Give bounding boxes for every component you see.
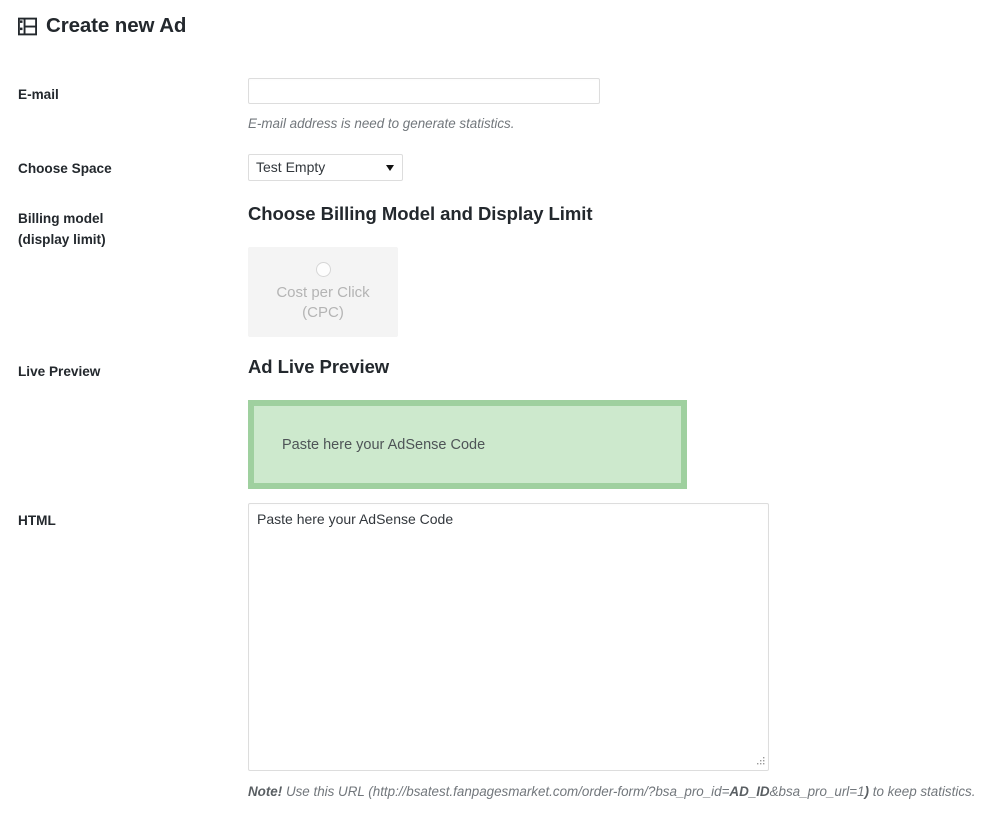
space-select-wrap: Test Empty — [248, 154, 403, 181]
page-title-text: Create new Ad — [46, 14, 187, 37]
footer-note-mid: &bsa_pro_url=1 — [769, 784, 865, 799]
email-field[interactable] — [248, 78, 600, 104]
footer-note-before: Use this URL (http://bsatest.fanpagesmar… — [282, 784, 730, 799]
preview-control: Ad Live Preview Paste here your AdSense … — [248, 356, 687, 489]
preview-heading: Ad Live Preview — [248, 356, 390, 377]
billing-option-cpc-line1: Cost per Click — [276, 283, 370, 301]
email-help-text: E-mail address is need to generate stati… — [248, 116, 515, 131]
footer-note-label: Note! — [248, 784, 283, 799]
ad-live-preview-box: Paste here your AdSense Code — [248, 400, 687, 489]
footer-note: Note! Use this URL (http://bsatest.fanpa… — [248, 783, 975, 801]
email-label: E-mail — [18, 87, 59, 102]
billing-label-line1: Billing model — [18, 211, 104, 226]
footer-note-after: to keep statistics. — [869, 784, 976, 799]
html-textarea[interactable] — [248, 503, 769, 771]
space-select[interactable]: Test Empty — [248, 154, 403, 181]
ad-live-preview-text: Paste here your AdSense Code — [282, 436, 486, 453]
html-textarea-wrap — [248, 503, 769, 771]
footer-note-ad-id: AD_ID — [729, 784, 770, 799]
page-title: Create new Ad — [18, 14, 187, 37]
space-control: Test Empty — [248, 154, 403, 181]
email-control: E-mail address is need to generate stati… — [248, 78, 600, 133]
billing-option-cpc[interactable]: Cost per Click (CPC) — [248, 247, 398, 337]
billing-label-line2: (display limit) — [18, 232, 106, 247]
billing-heading: Choose Billing Model and Display Limit — [248, 203, 593, 224]
preview-label: Live Preview — [18, 364, 101, 379]
billing-option-cpc-line2: (CPC) — [302, 303, 344, 321]
html-label: HTML — [18, 513, 56, 528]
billing-option-cpc-label: Cost per Click (CPC) — [276, 283, 369, 323]
billing-control: Choose Billing Model and Display Limit C… — [248, 203, 593, 337]
layout-table-icon — [18, 17, 37, 36]
html-control — [248, 503, 769, 771]
billing-label: Billing model (display limit) — [18, 208, 233, 250]
space-label: Choose Space — [18, 161, 112, 176]
radio-unchecked-icon[interactable] — [315, 261, 331, 277]
billing-options: Cost per Click (CPC) — [248, 247, 593, 337]
